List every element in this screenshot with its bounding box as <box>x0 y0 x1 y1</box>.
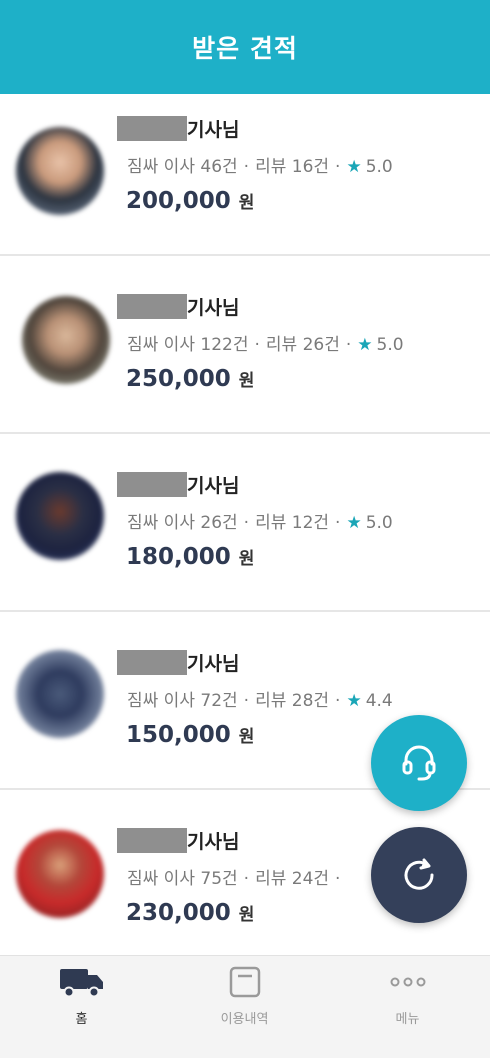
nav-history[interactable]: 이용내역 <box>163 956 326 1058</box>
redacted-name <box>117 649 187 675</box>
avatar <box>22 296 110 384</box>
quote-card[interactable]: 기사님 짐싸 이사 26건 · 리뷰 12건 · ★ 5.0 180,000 원 <box>0 434 490 612</box>
bottom-nav: 홈 이용내역 메뉴 <box>0 955 490 1058</box>
redacted-name <box>117 471 187 497</box>
driver-name: 기사님 <box>117 471 239 497</box>
page-title: 받은 견적 <box>192 34 298 63</box>
refresh-button[interactable] <box>371 827 467 923</box>
avatar <box>16 472 104 560</box>
star-icon: ★ <box>346 157 362 177</box>
driver-name: 기사님 <box>117 827 239 853</box>
driver-stats: 짐싸 이사 26건 · 리뷰 12건 · ★ 5.0 <box>127 513 393 533</box>
redacted-name <box>117 827 187 853</box>
driver-stats: 짐싸 이사 75건 · 리뷰 24건 · <box>127 869 341 889</box>
quote-price: 180,000 원 <box>126 544 255 570</box>
driver-stats: 짐싸 이사 72건 · 리뷰 28건 · ★ 4.4 <box>127 691 393 711</box>
driver-name: 기사님 <box>117 115 239 141</box>
quote-card[interactable]: 기사님 짐싸 이사 46건 · 리뷰 16건 · ★ 5.0 200,000 원 <box>0 94 490 256</box>
more-icon <box>390 977 425 987</box>
driver-stats: 짐싸 이사 46건 · 리뷰 16건 · ★ 5.0 <box>127 157 393 177</box>
quote-price: 200,000 원 <box>126 188 255 214</box>
truck-icon <box>59 969 103 998</box>
quote-price: 250,000 원 <box>126 366 255 392</box>
nav-menu[interactable]: 메뉴 <box>326 956 489 1058</box>
star-icon: ★ <box>357 335 373 355</box>
star-icon: ★ <box>346 513 362 533</box>
redacted-name <box>117 115 187 141</box>
refresh-icon <box>404 858 434 890</box>
header: 받은 견적 <box>0 0 490 94</box>
nav-home[interactable]: 홈 <box>0 956 163 1058</box>
redacted-name <box>117 293 187 319</box>
avatar <box>16 650 104 738</box>
avatar <box>16 830 104 918</box>
driver-stats: 짐싸 이사 122건 · 리뷰 26건 · ★ 5.0 <box>127 335 404 355</box>
support-button[interactable] <box>371 715 467 811</box>
headset-icon <box>402 745 436 781</box>
star-icon: ★ <box>346 691 362 711</box>
quote-price: 150,000 원 <box>126 722 255 748</box>
history-icon <box>229 966 260 998</box>
driver-name: 기사님 <box>117 293 239 319</box>
driver-name: 기사님 <box>117 649 239 675</box>
quote-price: 230,000 원 <box>126 900 255 926</box>
avatar <box>16 127 104 215</box>
quote-card[interactable]: 기사님 짐싸 이사 122건 · 리뷰 26건 · ★ 5.0 250,000 원 <box>0 256 490 434</box>
